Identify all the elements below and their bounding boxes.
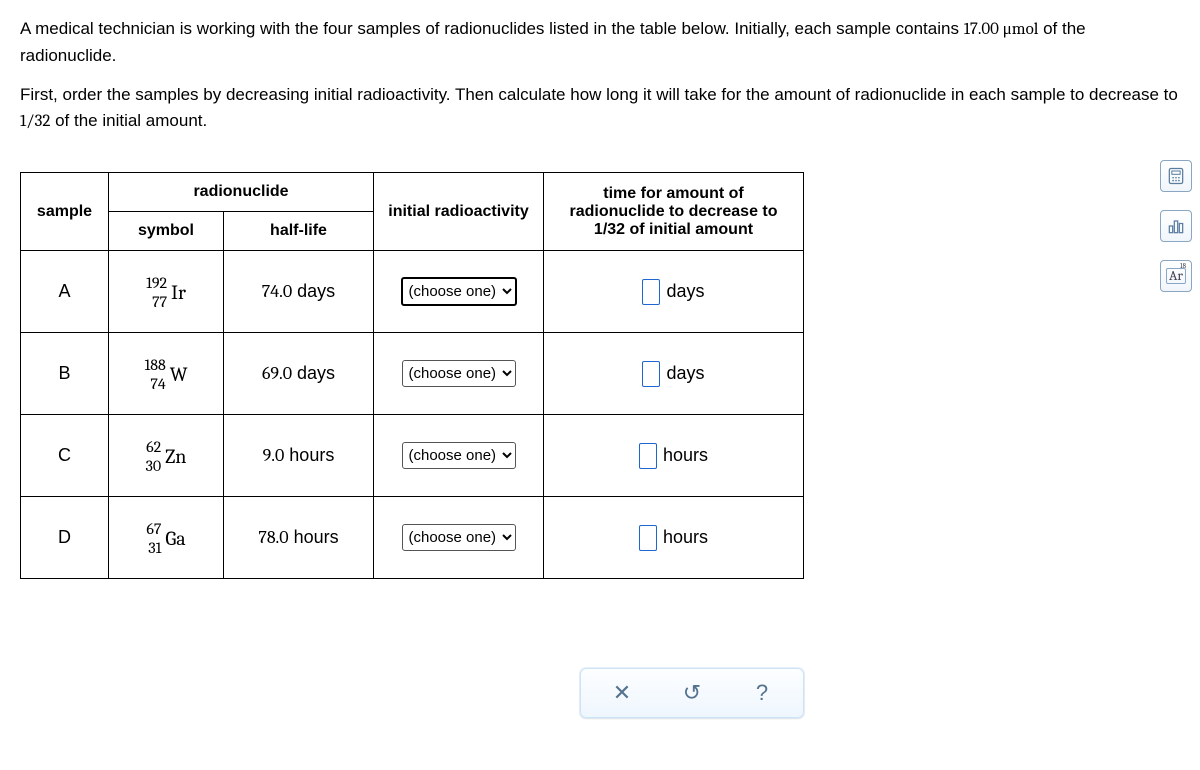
mass-number: 67 (146, 520, 161, 538)
header-radionuclide: radionuclide (109, 173, 374, 212)
time-input[interactable] (642, 361, 660, 387)
half-life: 78.0 hours (224, 497, 374, 579)
nuclide-symbol: 67 31 Ga (109, 497, 224, 579)
table-row: D 67 31 Ga 78.0 hours (choose one) hours (21, 497, 804, 579)
initial-radioactivity-select[interactable]: (choose one) (402, 360, 516, 387)
calculator-button[interactable] (1160, 160, 1192, 192)
header-sample: sample (21, 173, 109, 251)
half-life: 69.0 days (224, 333, 374, 415)
header-time: time for amount of radionuclide to decre… (544, 173, 804, 251)
atomic-number: 30 (146, 457, 162, 475)
table-row: A 192 77 Ir 74.0 days (choose one) days (21, 251, 804, 333)
nuclide-symbol: 62 30 Zn (109, 415, 224, 497)
question-icon: ? (756, 680, 768, 706)
table-row: C 62 30 Zn 9.0 hours (choose one) hours (21, 415, 804, 497)
initial-radioactivity-select[interactable]: (choose one) (401, 277, 517, 306)
time-unit: hours (663, 444, 708, 464)
data-button[interactable] (1160, 210, 1192, 242)
nuclide-symbol: 188 74 W (109, 333, 224, 415)
problem-paragraph-1: A medical technician is working with the… (20, 16, 1180, 68)
atomic-number: 74 (144, 375, 165, 393)
text: A medical technician is working with the… (20, 19, 964, 38)
atomic-number: 31 (146, 539, 161, 557)
argon-icon: 18 Ar (1166, 268, 1186, 284)
problem-paragraph-2: First, order the samples by decreasing i… (20, 82, 1180, 134)
fraction: 1/32 (20, 112, 50, 131)
side-tools: 18 Ar (1160, 160, 1192, 292)
atomic-number: 77 (146, 293, 167, 311)
answer-toolbar: ✕ ↺ ? (580, 668, 804, 718)
element-symbol: Zn (163, 445, 186, 468)
text: First, order the samples by decreasing i… (20, 85, 1178, 104)
reset-icon: ↺ (683, 680, 701, 706)
half-life: 74.0 days (224, 251, 374, 333)
element-symbol: Ir (169, 281, 186, 304)
radionuclide-table: sample radionuclide initial radioactivit… (20, 172, 804, 579)
bar-chart-icon (1166, 216, 1186, 236)
x-icon: ✕ (613, 680, 631, 706)
time-unit: hours (663, 526, 708, 546)
sample-label: A (21, 251, 109, 333)
header-initial: initial radioactivity (374, 173, 544, 251)
mass-number: 62 (146, 438, 162, 456)
help-button[interactable]: ? (727, 673, 797, 713)
periodic-table-button[interactable]: 18 Ar (1160, 260, 1192, 292)
reset-button[interactable]: ↺ (657, 673, 727, 713)
time-unit: days (666, 280, 704, 300)
sample-label: D (21, 497, 109, 579)
time-unit: days (666, 362, 704, 382)
calculator-icon (1166, 166, 1186, 186)
initial-radioactivity-select[interactable]: (choose one) (402, 524, 516, 551)
sample-label: C (21, 415, 109, 497)
time-input[interactable] (642, 279, 660, 305)
clear-button[interactable]: ✕ (587, 673, 657, 713)
time-input[interactable] (639, 525, 657, 551)
half-life: 9.0 hours (224, 415, 374, 497)
nuclide-symbol: 192 77 Ir (109, 251, 224, 333)
header-halflife: half-life (224, 212, 374, 251)
mass-number: 188 (144, 356, 165, 374)
sample-label: B (21, 333, 109, 415)
mass-number: 192 (146, 274, 167, 292)
table-row: B 188 74 W 69.0 days (choose one) days (21, 333, 804, 415)
amount-value: 17.00 (964, 20, 1003, 39)
header-symbol: symbol (109, 212, 224, 251)
element-symbol: Ga (163, 527, 185, 550)
amount-unit: μmol (1003, 20, 1039, 39)
initial-radioactivity-select[interactable]: (choose one) (402, 442, 516, 469)
text: of the initial amount. (50, 111, 207, 130)
time-input[interactable] (639, 443, 657, 469)
element-symbol: W (168, 363, 188, 386)
